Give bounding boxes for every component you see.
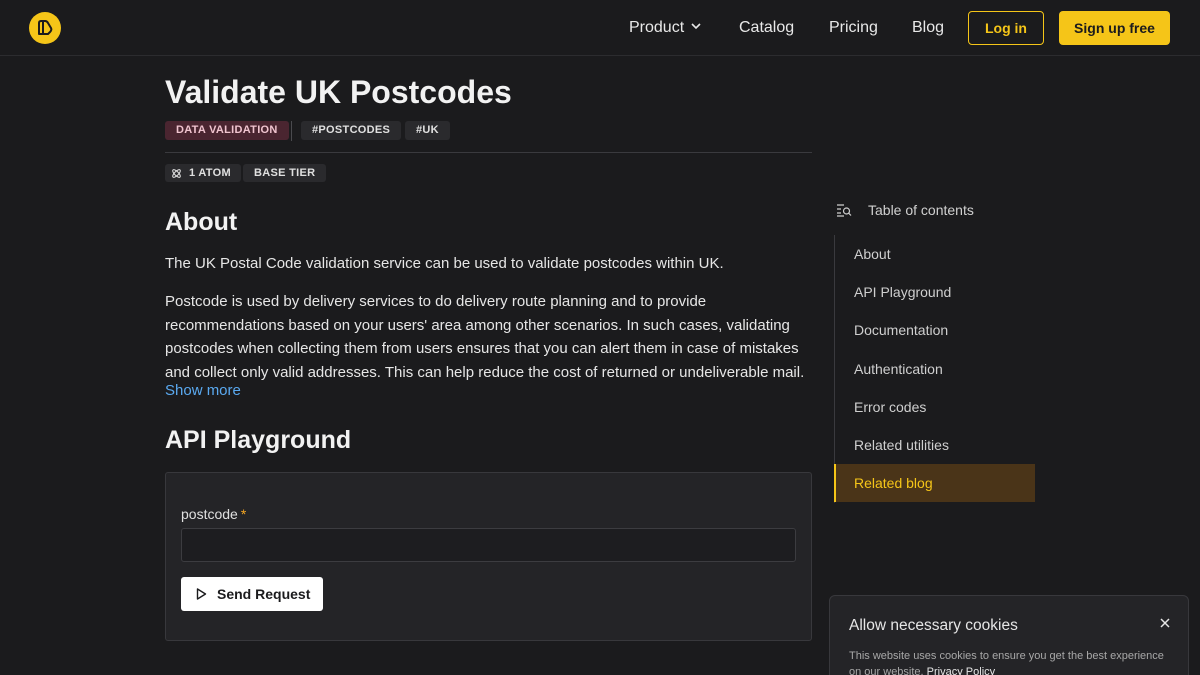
about-description: Postcode is used by delivery services to… [165,293,805,381]
about-heading: About [165,208,238,236]
toc-item-error-codes[interactable]: Error codes [834,388,1035,426]
nav-product-label: Product [629,19,685,37]
logo-icon[interactable] [29,12,61,44]
nav-blog[interactable]: Blog [912,18,944,38]
postcode-input[interactable] [181,528,796,562]
tag-divider [291,121,292,141]
toc-item-about[interactable]: About [834,235,1035,273]
nav-pricing[interactable]: Pricing [829,18,878,38]
login-button[interactable]: Log in [968,11,1044,45]
atom-icon [172,169,181,178]
chevron-down-icon [690,18,702,38]
toc-heading-label: Table of contents [868,202,974,218]
required-mark: * [240,506,247,522]
toc-item-documentation[interactable]: Documentation [834,311,1035,349]
send-request-label: Send Request [217,586,311,602]
nav-product[interactable]: Product [629,18,702,38]
toc-item-related-utilities[interactable]: Related utilities [834,426,1035,464]
playground-heading: API Playground [165,426,352,454]
tag-postcodes[interactable]: #POSTCODES [301,121,402,140]
page-title: Validate UK Postcodes [165,74,512,110]
nav-catalog[interactable]: Catalog [739,18,794,38]
privacy-policy-link[interactable]: Privacy Policy [927,666,995,675]
toc-item-api-playground[interactable]: API Playground [834,273,1035,311]
tag-uk[interactable]: #UK [405,121,450,140]
top-navbar: Product Catalog Pricing Blog Log in Sign… [0,0,1200,56]
cookie-title: Allow necessary cookies [849,617,1018,634]
cookie-text: This website uses cookies to ensure you … [849,648,1169,675]
signup-button[interactable]: Sign up free [1059,11,1170,45]
send-request-button[interactable]: Send Request [181,577,323,611]
toc-item-authentication[interactable]: Authentication [834,350,1035,388]
close-icon[interactable] [1158,616,1172,630]
postcode-label: postcode * [181,505,246,523]
atom-badge: 1 ATOM [165,164,241,182]
cookie-text-body: This website uses cookies to ensure you … [849,650,1164,675]
toc-search-icon [837,204,852,217]
cookie-banner: Allow necessary cookies This website use… [829,595,1189,675]
play-icon [196,588,207,600]
title-divider [165,152,812,153]
show-more-link[interactable]: Show more [165,381,241,401]
tier-badge: BASE TIER [243,164,327,182]
about-intro: The UK Postal Code validation service ca… [165,255,724,272]
playground-panel: postcode * Send Request [165,472,812,641]
atom-label: 1 ATOM [189,167,231,179]
toc-item-related-blog[interactable]: Related blog [834,464,1035,502]
toc-heading: Table of contents [836,200,974,220]
postcode-label-text: postcode [181,506,238,522]
category-tag[interactable]: DATA VALIDATION [165,121,289,140]
